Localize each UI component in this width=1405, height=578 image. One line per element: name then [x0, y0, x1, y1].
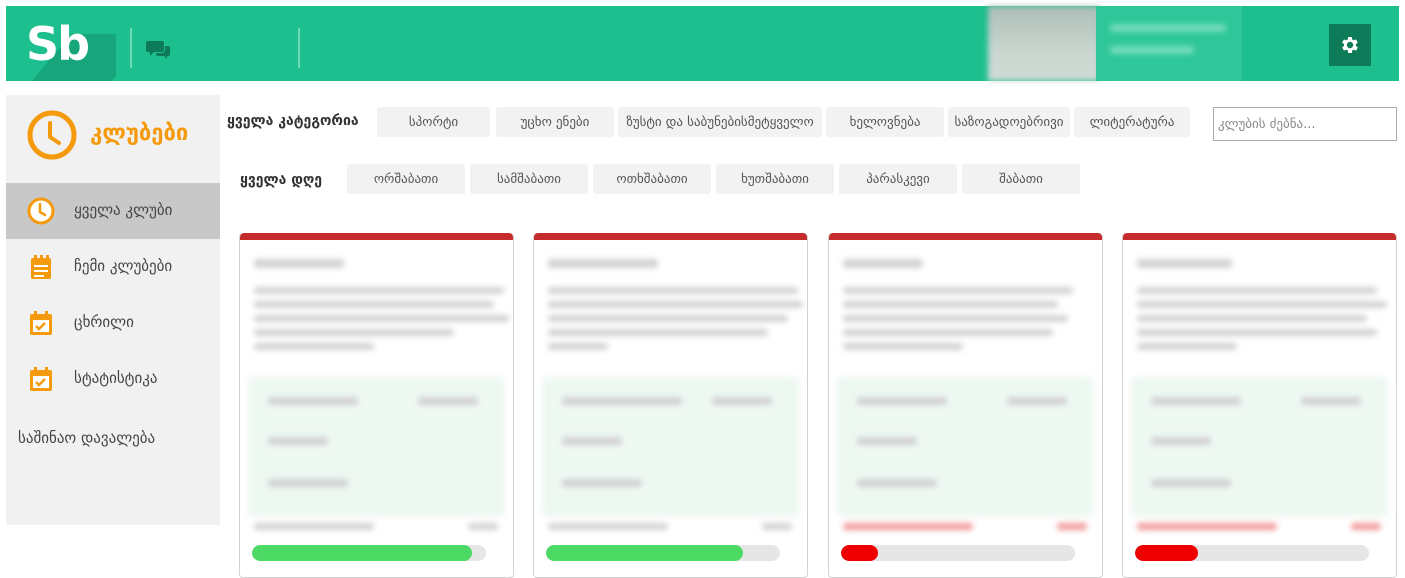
- card-top-stripe: [240, 233, 513, 240]
- sidebar-item-label: ცხრილი: [74, 313, 134, 331]
- sidebar-brand[interactable]: კლუბები: [26, 107, 216, 167]
- sidebar-item-homework[interactable]: საშინაო დავალება: [18, 429, 155, 447]
- card-top-stripe: [534, 233, 807, 240]
- club-capacity-bar: [841, 545, 1075, 561]
- sidebar-item-statistics[interactable]: სტატისტიკა: [6, 351, 220, 407]
- club-capacity-bar: [252, 545, 486, 561]
- header-divider: [130, 28, 132, 68]
- top-header: Sb: [6, 6, 1399, 81]
- club-card[interactable]: [1122, 233, 1397, 578]
- card-blurred-content: [1131, 247, 1388, 537]
- settings-button[interactable]: [1329, 24, 1371, 66]
- sidebar-item-label: სტატისტიკა: [74, 369, 158, 387]
- category-chip[interactable]: საზოგადოებრივი: [948, 107, 1070, 137]
- gear-icon: [1342, 37, 1358, 53]
- logo[interactable]: Sb: [6, 6, 116, 81]
- user-name-block[interactable]: [1096, 6, 1242, 81]
- club-capacity-bar: [1135, 545, 1369, 561]
- clock-icon: [27, 197, 55, 225]
- club-card[interactable]: [239, 233, 514, 578]
- club-search-input[interactable]: [1213, 107, 1397, 141]
- header-divider: [298, 28, 300, 68]
- category-chip[interactable]: ხელოვნება: [826, 107, 944, 137]
- category-chip[interactable]: უცხო ენები: [496, 107, 614, 137]
- club-card[interactable]: [828, 233, 1103, 578]
- progress-fill: [546, 545, 743, 561]
- day-chip[interactable]: ოთხშაბათი: [593, 164, 711, 194]
- calendar-check-icon: [30, 311, 52, 335]
- progress-fill: [841, 545, 879, 561]
- avatar[interactable]: [988, 6, 1100, 81]
- sidebar-item-schedule[interactable]: ცხრილი: [6, 295, 220, 351]
- sidebar: კლუბები ყველა კლუბი ჩემი კლუბები ცხრილი: [6, 95, 220, 525]
- category-chip[interactable]: ლიტერატურა: [1074, 107, 1190, 137]
- day-chip[interactable]: სამშაბათი: [470, 164, 588, 194]
- card-top-stripe: [1123, 233, 1396, 240]
- filter-all-categories[interactable]: ყველა კატეგორია: [227, 113, 359, 129]
- chat-bubbles-icon[interactable]: [146, 38, 172, 60]
- notepad-icon: [31, 255, 51, 279]
- filter-all-days[interactable]: ყველა დღე: [240, 172, 322, 188]
- club-capacity-bar: [546, 545, 780, 561]
- logo-text: Sb: [26, 17, 90, 71]
- day-chip[interactable]: ხუთშაბათი: [716, 164, 834, 194]
- day-chip[interactable]: ორშაბათი: [347, 164, 465, 194]
- clock-icon: [27, 110, 77, 160]
- card-blurred-content: [542, 247, 803, 537]
- sidebar-item-all-clubs[interactable]: ყველა კლუბი: [6, 183, 220, 239]
- day-chip[interactable]: პარასკევი: [839, 164, 957, 194]
- card-blurred-content: [837, 247, 1094, 537]
- card-top-stripe: [829, 233, 1102, 240]
- sidebar-brand-label: კლუბები: [90, 121, 189, 146]
- sidebar-item-label: ყველა კლუბი: [74, 201, 173, 219]
- card-blurred-content: [248, 247, 509, 537]
- club-card[interactable]: [533, 233, 808, 578]
- sidebar-item-my-clubs[interactable]: ჩემი კლუბები: [6, 239, 220, 295]
- category-chip[interactable]: ზუსტი და საბუნებისმეტყველო: [618, 107, 822, 137]
- sidebar-item-label: ჩემი კლუბები: [74, 257, 173, 275]
- progress-fill: [252, 545, 472, 561]
- calendar-check-icon: [30, 367, 52, 391]
- progress-fill: [1135, 545, 1199, 561]
- category-chip[interactable]: სპორტი: [377, 107, 490, 137]
- day-chip[interactable]: შაბათი: [962, 164, 1080, 194]
